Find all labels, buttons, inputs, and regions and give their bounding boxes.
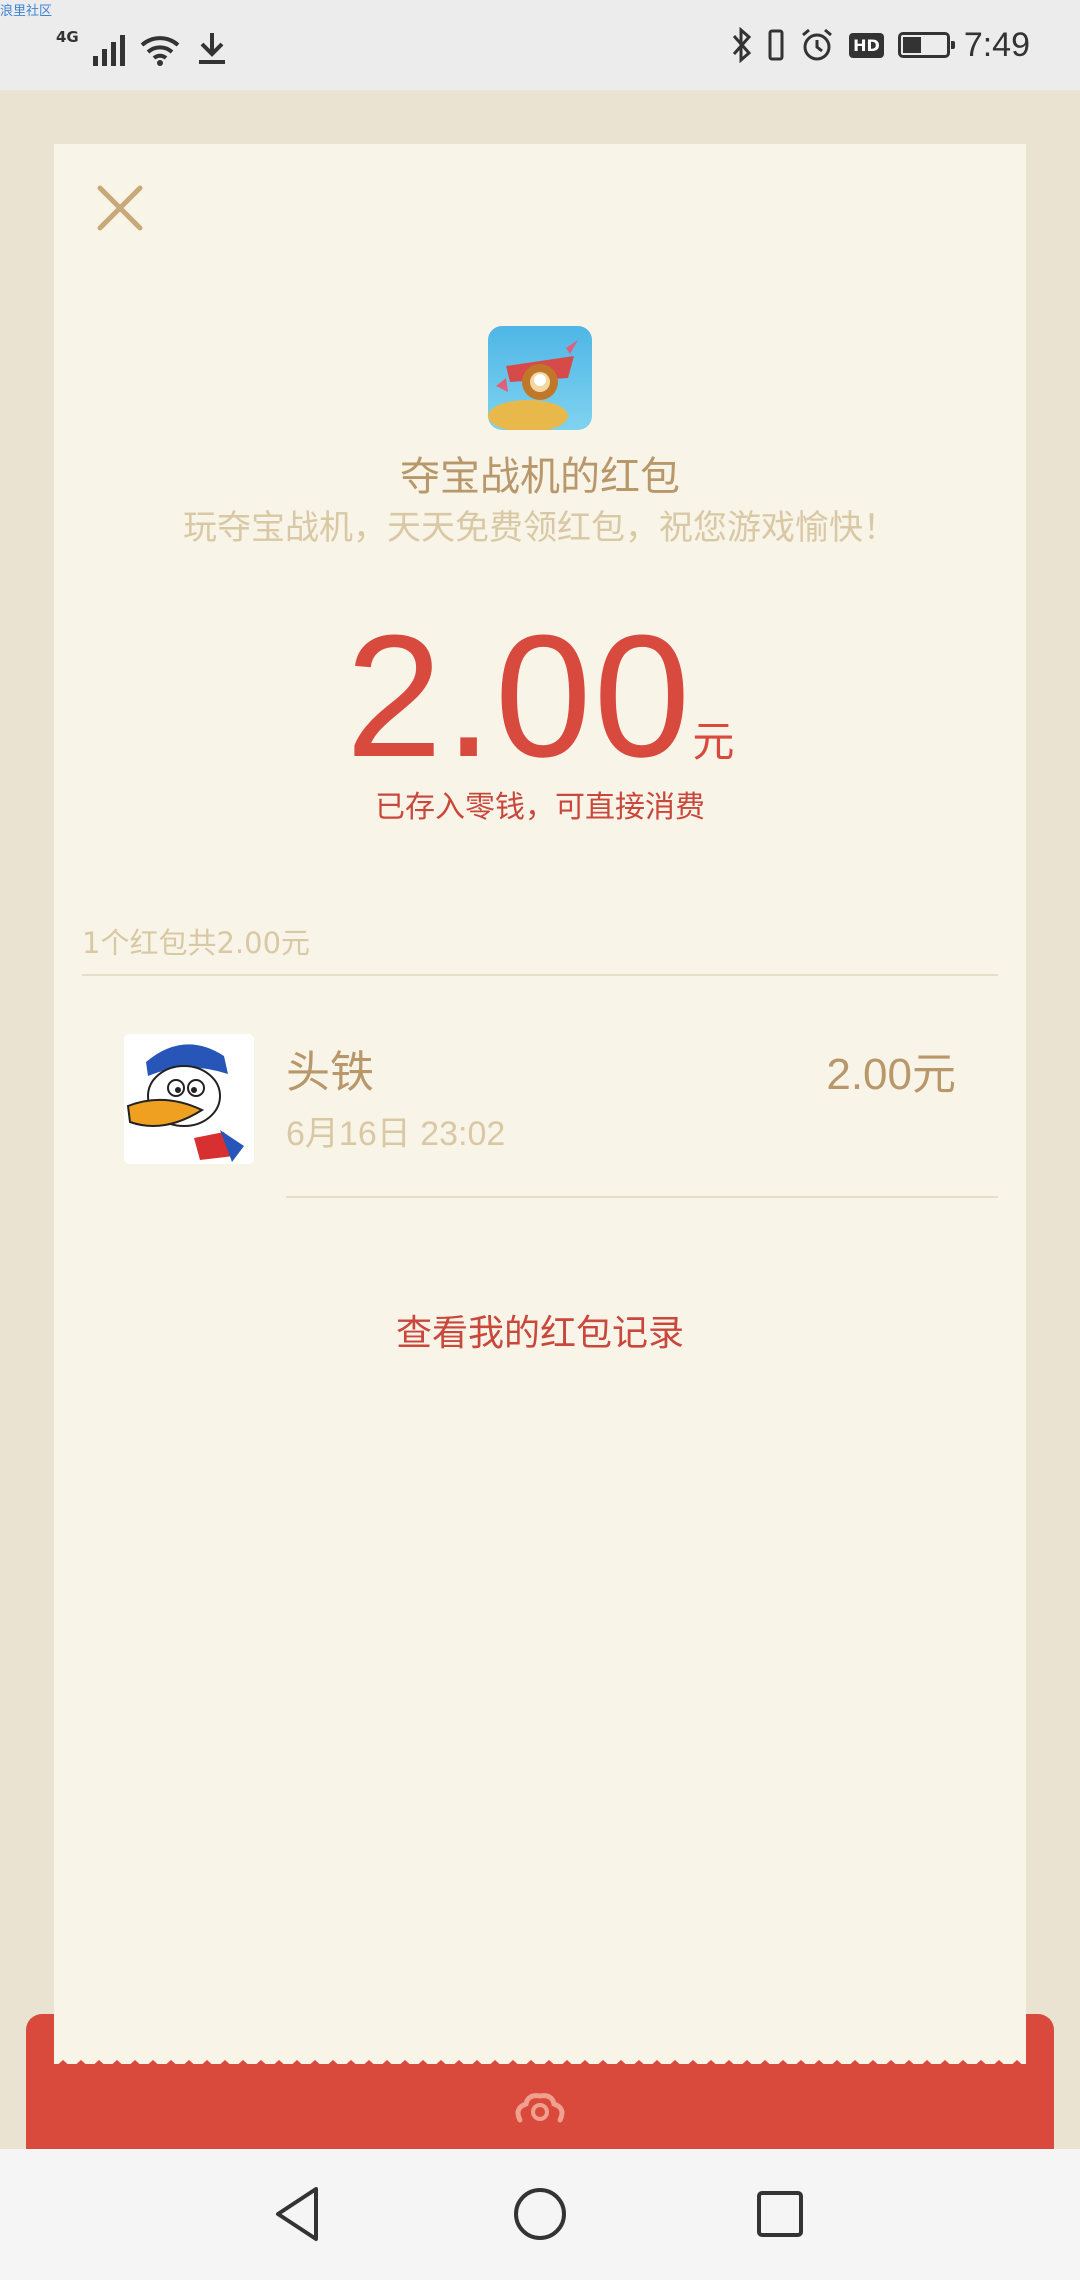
cloud-logo-icon <box>515 2093 565 2123</box>
saved-note: 已存入零钱，可直接消费 <box>375 790 705 825</box>
receiver-amount: 2.00元 <box>826 1050 956 1099</box>
close-icon[interactable] <box>90 178 150 238</box>
signal-icon <box>92 30 125 66</box>
amount-unit: 元 <box>692 717 735 766</box>
status-time: 7:49 <box>963 25 1030 64</box>
view-records-link[interactable]: 查看我的红包记录 <box>54 1304 1026 1356</box>
receiver-name: 头铁 <box>286 1047 374 1098</box>
watermark-text: 浪里社区 <box>0 4 53 19</box>
packet-subtitle: 玩夺宝战机，天天免费领红包，祝您游戏愉快！ <box>183 508 897 548</box>
status-left: 4G <box>56 22 229 66</box>
status-bar: 浪里社区 4G HD 7:49 <box>0 0 1080 90</box>
zigzag-edge <box>54 2060 1026 2078</box>
packet-summary: 1个红包共2.00元 <box>82 926 311 960</box>
alarm-icon <box>802 28 833 61</box>
circle-home-icon[interactable] <box>507 2181 573 2247</box>
system-nav-bar <box>0 2149 1080 2280</box>
battery-icon <box>897 32 955 58</box>
divider <box>82 974 998 976</box>
status-right: HD 7:49 <box>731 18 1030 72</box>
app-icon <box>488 326 592 430</box>
square-recent-icon[interactable] <box>747 2181 813 2247</box>
bluetooth-icon <box>733 27 752 63</box>
amount-row: 2.00元 <box>54 609 1026 783</box>
hd-badge: HD <box>849 32 884 58</box>
amount-value: 2.00 <box>345 598 693 793</box>
receiver-time: 6月16日 23:02 <box>286 1115 506 1153</box>
vibrate-icon <box>768 29 784 61</box>
triangle-back-icon[interactable] <box>266 2181 332 2247</box>
red-packet-detail-card: 夺宝战机的红包 玩夺宝战机，天天免费领红包，祝您游戏愉快！ 2.00元 已存入零… <box>54 144 1026 2064</box>
download-icon <box>198 33 225 64</box>
avatar <box>124 1034 254 1164</box>
network-type: 4G <box>56 28 79 46</box>
wifi-icon <box>140 36 180 66</box>
divider <box>286 1196 998 1198</box>
packet-title: 夺宝战机的红包 <box>400 454 680 500</box>
